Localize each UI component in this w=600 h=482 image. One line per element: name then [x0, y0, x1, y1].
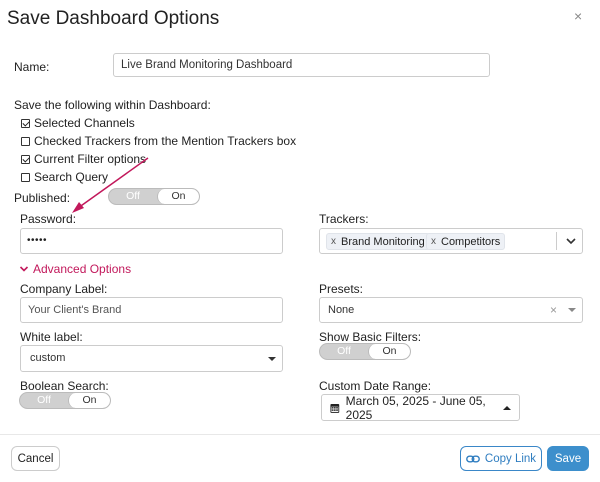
boolean-search-toggle[interactable]: Off On: [19, 392, 111, 409]
copy-link-button[interactable]: Copy Link: [460, 446, 542, 471]
presets-value: None: [328, 304, 355, 316]
option-selected-channels[interactable]: Selected Channels: [21, 116, 135, 130]
checkbox-checked-icon[interactable]: [21, 118, 30, 128]
boolean-search-label: Boolean Search:: [20, 379, 109, 393]
date-range-value: March 05, 2025 - June 05, 2025: [345, 393, 486, 422]
toggle-on-label: On: [368, 344, 410, 359]
advanced-options-label: Advanced Options: [33, 262, 132, 276]
password-label: Password:: [20, 212, 77, 226]
chevron-down-icon[interactable]: [564, 234, 578, 248]
caret-down-icon: [268, 357, 276, 361]
clear-icon[interactable]: ×: [550, 298, 557, 322]
chip-label: Brand Monitoring: [341, 235, 425, 248]
dialog-title: Save Dashboard Options: [7, 8, 220, 29]
save-button[interactable]: Save: [547, 446, 589, 471]
show-basic-filters-label: Show Basic Filters:: [319, 330, 422, 344]
option-checked-trackers[interactable]: Checked Trackers from the Mention Tracke…: [21, 134, 296, 148]
password-input[interactable]: •••••: [20, 228, 283, 254]
white-label-select[interactable]: custom: [20, 345, 283, 372]
chip-remove-icon[interactable]: x: [331, 236, 336, 247]
link-icon: [466, 455, 480, 462]
annotation-arrow-icon: [72, 157, 149, 213]
date-range-picker[interactable]: March 05, 2025 - June 05, 2025: [321, 393, 520, 422]
chip-remove-icon[interactable]: x: [431, 236, 436, 247]
toggle-on-label: On: [68, 393, 110, 408]
tracker-chip: x Competitors: [426, 233, 506, 250]
presets-select[interactable]: None ×: [319, 297, 583, 323]
option-label: Checked Trackers from the Mention Tracke…: [34, 134, 297, 148]
white-label-label: White label:: [20, 330, 83, 344]
white-label-value: custom: [30, 352, 66, 364]
presets-label: Presets:: [319, 282, 364, 296]
save-within-label: Save the following within Dashboard:: [14, 98, 211, 112]
caret-down-icon[interactable]: [568, 308, 576, 312]
chevron-down-icon: [19, 266, 29, 272]
cancel-button[interactable]: Cancel: [11, 446, 60, 471]
checkbox-unchecked-icon[interactable]: [21, 136, 30, 146]
tracker-chip: x Brand Monitoring: [326, 233, 430, 250]
company-label-input[interactable]: Your Client's Brand: [20, 297, 283, 323]
option-label: Selected Channels: [34, 116, 135, 130]
divider: [556, 232, 557, 250]
company-label-label: Company Label:: [20, 282, 108, 296]
toggle-off-label: Off: [37, 394, 51, 406]
show-basic-filters-toggle[interactable]: Off On: [319, 343, 411, 360]
custom-date-range-label: Custom Date Range:: [319, 379, 432, 393]
footer-divider: [0, 434, 600, 435]
chip-label: Competitors: [441, 235, 501, 248]
name-label: Name:: [14, 60, 50, 74]
checkbox-unchecked-icon[interactable]: [21, 172, 30, 182]
name-input[interactable]: Live Brand Monitoring Dashboard: [113, 53, 490, 77]
toggle-on-label: On: [157, 189, 199, 204]
calendar-icon: [330, 403, 340, 413]
toggle-off-label: Off: [337, 345, 351, 357]
advanced-options-toggle[interactable]: Advanced Options: [19, 262, 131, 276]
trackers-label: Trackers:: [319, 212, 369, 226]
checkbox-checked-icon[interactable]: [21, 154, 30, 164]
trackers-select[interactable]: x Brand Monitoring x Competitors: [319, 228, 583, 254]
caret-up-icon: [503, 405, 511, 410]
close-icon[interactable]: ×: [574, 8, 582, 24]
copy-link-label: Copy Link: [484, 452, 537, 465]
